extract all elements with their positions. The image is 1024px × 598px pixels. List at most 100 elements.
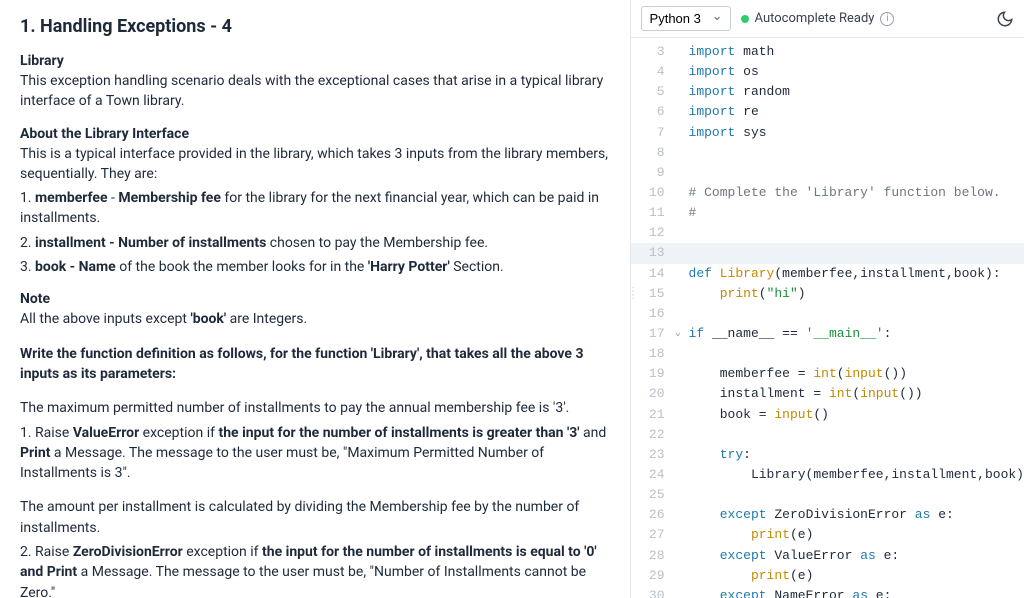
code-content[interactable]: import math xyxy=(689,42,1024,62)
code-content[interactable]: except ZeroDivisionError as e: xyxy=(689,505,1024,525)
code-content[interactable]: import os xyxy=(689,62,1024,82)
code-content[interactable]: memberfee = int(input()) xyxy=(689,364,1024,384)
code-content[interactable]: # Complete the 'Library' function below. xyxy=(689,183,1024,203)
theme-toggle-icon[interactable] xyxy=(996,10,1014,28)
line-number: 23 xyxy=(631,445,675,465)
code-content[interactable] xyxy=(689,304,1024,324)
code-line[interactable]: 16 xyxy=(631,304,1024,324)
line-number: 13 xyxy=(631,243,675,263)
code-line[interactable]: 12 xyxy=(631,223,1024,243)
code-line[interactable]: 11# xyxy=(631,203,1024,223)
code-line[interactable]: 26 except ZeroDivisionError as e: xyxy=(631,505,1024,525)
code-content[interactable]: # xyxy=(689,203,1024,223)
fold-icon[interactable] xyxy=(675,485,689,505)
input-item-2: 2. installment - Number of installments … xyxy=(20,233,610,253)
fold-icon[interactable] xyxy=(675,82,689,102)
code-content[interactable]: except ValueError as e: xyxy=(689,546,1024,566)
fold-icon[interactable] xyxy=(675,465,689,485)
rule-1: 1. Raise ValueError exception if the inp… xyxy=(20,423,610,484)
fold-icon[interactable] xyxy=(675,223,689,243)
code-content[interactable] xyxy=(689,163,1024,183)
code-content[interactable] xyxy=(689,425,1024,445)
code-editor[interactable]: 3import math4import os5import random6imp… xyxy=(631,38,1024,598)
code-content[interactable]: import sys xyxy=(689,123,1024,143)
fold-icon[interactable] xyxy=(675,384,689,404)
fold-icon[interactable] xyxy=(675,264,689,284)
code-panel: Python 3 Autocomplete Ready i 3import ma… xyxy=(631,0,1024,598)
code-line[interactable]: 3import math xyxy=(631,42,1024,62)
fold-icon[interactable] xyxy=(675,425,689,445)
fold-icon[interactable] xyxy=(675,183,689,203)
fold-icon[interactable] xyxy=(675,344,689,364)
fold-icon[interactable] xyxy=(675,586,689,598)
fold-icon[interactable] xyxy=(675,143,689,163)
code-content[interactable]: print(e) xyxy=(689,566,1024,586)
code-content[interactable]: book = input() xyxy=(689,405,1024,425)
code-line[interactable]: 29 print(e) xyxy=(631,566,1024,586)
fold-icon[interactable] xyxy=(675,123,689,143)
info-icon[interactable]: i xyxy=(880,12,894,26)
fold-icon[interactable] xyxy=(675,163,689,183)
fold-icon[interactable] xyxy=(675,284,689,304)
fold-icon[interactable] xyxy=(675,62,689,82)
code-content[interactable]: import re xyxy=(689,102,1024,122)
fold-icon[interactable] xyxy=(675,42,689,62)
fold-icon[interactable] xyxy=(675,364,689,384)
language-select-wrap[interactable]: Python 3 xyxy=(641,6,731,31)
fold-icon[interactable] xyxy=(675,203,689,223)
code-line[interactable]: 8 xyxy=(631,143,1024,163)
code-line[interactable]: 25 xyxy=(631,485,1024,505)
code-line[interactable]: 6import re xyxy=(631,102,1024,122)
code-content[interactable]: Library(memberfee,installment,book) xyxy=(689,465,1024,485)
fold-icon[interactable] xyxy=(675,566,689,586)
code-content[interactable] xyxy=(689,143,1024,163)
code-content[interactable] xyxy=(689,243,1024,263)
code-line[interactable]: 20 installment = int(input()) xyxy=(631,384,1024,404)
fold-icon[interactable] xyxy=(675,505,689,525)
line-number: 7 xyxy=(631,123,675,143)
fold-icon[interactable] xyxy=(675,445,689,465)
code-line[interactable]: 30 except NameError as e: xyxy=(631,586,1024,598)
code-content[interactable]: except NameError as e: xyxy=(689,586,1024,598)
code-content[interactable]: print(e) xyxy=(689,525,1024,545)
resize-handle-icon[interactable]: ⋮⋮ xyxy=(628,290,638,298)
code-line[interactable]: 7 import sys xyxy=(631,123,1024,143)
autocomplete-label: Autocomplete Ready xyxy=(755,11,875,26)
code-content[interactable] xyxy=(689,223,1024,243)
code-line[interactable]: 5import random xyxy=(631,82,1024,102)
fold-icon[interactable] xyxy=(675,525,689,545)
fold-icon[interactable] xyxy=(675,102,689,122)
code-line[interactable]: 14def Library(memberfee,installment,book… xyxy=(631,264,1024,284)
code-content[interactable]: def Library(memberfee,installment,book): xyxy=(689,264,1024,284)
code-line[interactable]: 24 Library(memberfee,installment,book) xyxy=(631,465,1024,485)
code-line[interactable]: 28 except ValueError as e: xyxy=(631,546,1024,566)
fold-icon[interactable] xyxy=(675,405,689,425)
fold-icon[interactable]: ⌄ xyxy=(675,324,689,344)
code-line[interactable]: 18 xyxy=(631,344,1024,364)
code-line[interactable]: 21 book = input() xyxy=(631,405,1024,425)
about-heading: About the Library Interface xyxy=(20,126,610,142)
fold-icon[interactable] xyxy=(675,546,689,566)
code-line[interactable]: 13 xyxy=(631,243,1024,263)
line-number: 10 xyxy=(631,183,675,203)
fold-icon[interactable] xyxy=(675,243,689,263)
code-content[interactable]: try: xyxy=(689,445,1024,465)
code-line[interactable]: 4import os xyxy=(631,62,1024,82)
code-content[interactable]: installment = int(input()) xyxy=(689,384,1024,404)
code-line[interactable]: 27 print(e) xyxy=(631,525,1024,545)
code-content[interactable]: if __name__ == '__main__': xyxy=(689,324,1024,344)
code-line[interactable]: 22 xyxy=(631,425,1024,445)
code-line[interactable]: 17⌄if __name__ == '__main__': xyxy=(631,324,1024,344)
code-line[interactable]: 15 print("hi") xyxy=(631,284,1024,304)
code-content[interactable]: import random xyxy=(689,82,1024,102)
code-content[interactable]: print("hi") xyxy=(689,284,1024,304)
code-line[interactable]: 19 memberfee = int(input()) xyxy=(631,364,1024,384)
code-line[interactable]: 9 xyxy=(631,163,1024,183)
code-content[interactable] xyxy=(689,344,1024,364)
code-content[interactable] xyxy=(689,485,1024,505)
line-number: 24 xyxy=(631,465,675,485)
code-line[interactable]: 10 # Complete the 'Library' function belo… xyxy=(631,183,1024,203)
code-line[interactable]: 23 try: xyxy=(631,445,1024,465)
language-select[interactable]: Python 3 xyxy=(641,6,731,31)
fold-icon[interactable] xyxy=(675,304,689,324)
